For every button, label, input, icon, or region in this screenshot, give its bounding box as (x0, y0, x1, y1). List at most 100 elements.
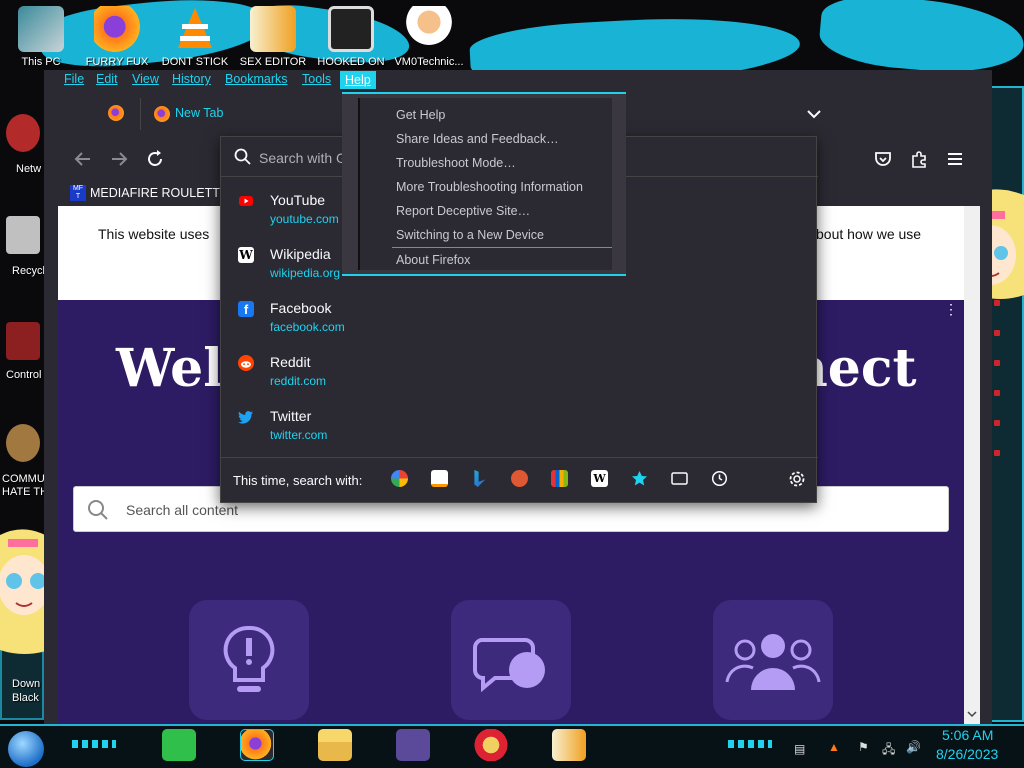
ebay-icon[interactable] (551, 470, 568, 487)
scroll-down-arrow-icon[interactable] (964, 706, 980, 722)
tabs-icon[interactable] (671, 470, 688, 487)
suggestion-title: Twitter (270, 408, 312, 424)
help-menu-list: Get Help Share Ideas and Feedback… Troub… (358, 98, 612, 270)
list-all-tabs-button[interactable] (804, 104, 824, 124)
page-overflow-menu[interactable]: ⋮ (944, 302, 958, 316)
lightbulb-icon (223, 625, 275, 692)
search-with-label: This time, search with: (233, 473, 363, 488)
tray-volume-icon[interactable]: 🔊 (906, 740, 921, 754)
search-settings-gear-icon[interactable] (788, 470, 806, 488)
back-button[interactable] (72, 148, 94, 170)
youtube-icon (239, 196, 253, 206)
forward-arrow-icon (112, 152, 128, 166)
start-button[interactable] (8, 731, 44, 767)
bookmark-label: MEDIAFIRE ROULETTER (90, 186, 238, 200)
recycle-bin-icon[interactable] (6, 216, 40, 254)
taskbar-file-explorer-icon[interactable] (318, 729, 352, 761)
desktop-icon-sex-editor[interactable]: SEX EDITOR (234, 6, 312, 68)
forward-button[interactable] (108, 148, 130, 170)
suggestion-title: YouTube (270, 192, 326, 208)
taskbar-firefox-icon[interactable] (240, 729, 274, 761)
menu-help[interactable]: Help (340, 71, 376, 89)
maze-game-icon (328, 6, 374, 52)
help-item-more-troubleshooting[interactable]: More Troubleshooting Information (396, 180, 583, 194)
taskbar-accent-right (728, 740, 772, 748)
tray-flag-icon[interactable]: ⚑ (858, 740, 869, 754)
suggestion-url: youtube.com (270, 212, 339, 226)
menu-history[interactable]: History (172, 72, 211, 86)
suggestion-facebook[interactable]: f Facebook facebook.com (221, 295, 818, 349)
bookmarks-star-icon[interactable] (631, 470, 648, 487)
help-menu-popup: Get Help Share Ideas and Feedback… Troub… (342, 92, 626, 276)
feature-tile-community[interactable] (713, 600, 833, 720)
suggestion-url: reddit.com (270, 374, 327, 388)
page-scrollbar[interactable] (964, 206, 980, 724)
users-group-icon (725, 634, 821, 690)
chevron-down-icon (807, 110, 821, 119)
desktop-icon-this-pc[interactable]: This PC (2, 6, 80, 68)
taskbar-notes-app-icon[interactable] (162, 729, 196, 761)
hamburger-menu-icon (948, 153, 962, 165)
help-item-about-firefox[interactable]: About Firefox (396, 253, 470, 267)
pocket-button[interactable] (872, 148, 894, 170)
network-icon[interactable] (6, 114, 40, 152)
menu-bookmarks[interactable]: Bookmarks (225, 72, 288, 86)
desktop-icon-hooked-on[interactable]: HOOKED ON (312, 6, 390, 68)
desktop-label-commu: COMMU (2, 473, 45, 485)
money-bag-icon[interactable] (6, 424, 40, 462)
history-icon[interactable] (711, 470, 728, 487)
taskbar-hxd-icon[interactable] (552, 729, 586, 761)
duckduckgo-icon[interactable] (511, 470, 528, 487)
firefox-icon (108, 105, 124, 121)
suggestion-url: twitter.com (270, 428, 328, 442)
chat-bubbles-icon (473, 638, 545, 693)
amazon-icon[interactable] (431, 470, 448, 487)
taskbar (0, 724, 1024, 768)
wikipedia-icon[interactable]: W (591, 470, 608, 487)
tray-network-icon[interactable]: 🖧 (882, 740, 895, 761)
feature-tile-ideas[interactable] (189, 600, 309, 720)
firefox-view-button[interactable] (108, 105, 126, 123)
menu-file[interactable]: File (64, 72, 84, 86)
help-item-get-help[interactable]: Get Help (396, 108, 445, 122)
help-item-report-deceptive-site[interactable]: Report Deceptive Site… (396, 204, 530, 218)
taskbar-window-app-icon[interactable] (396, 729, 430, 761)
search-icon (88, 500, 108, 520)
desktop-icon-vm0technic[interactable]: VM0Technic... (390, 6, 468, 68)
taskbar-p-app-icon[interactable] (474, 729, 508, 761)
app-menu-button[interactable] (944, 148, 966, 170)
clock-date[interactable]: 8/26/2023 (936, 746, 998, 762)
suggestion-twitter[interactable]: Twitter twitter.com (221, 403, 818, 457)
tray-fire-icon[interactable]: ▲ (828, 740, 840, 754)
menu-tools[interactable]: Tools (302, 72, 331, 86)
menu-view[interactable]: View (132, 72, 159, 86)
facebook-icon: f (238, 301, 254, 317)
suggestion-title: Wikipedia (270, 246, 331, 262)
desktop-icon-dont-stick[interactable]: DONT STICK (156, 6, 234, 68)
reload-button[interactable] (144, 148, 166, 170)
desktop-label-hate: HATE TH (2, 486, 46, 498)
tab-new-tab[interactable]: New Tab (152, 98, 352, 130)
firefox-icon (94, 6, 140, 52)
menu-edit[interactable]: Edit (96, 72, 118, 86)
wikipedia-icon: W (238, 247, 254, 263)
feature-tile-discussion[interactable] (451, 600, 571, 720)
firefox-icon (154, 106, 170, 122)
help-item-troubleshoot-mode[interactable]: Troubleshoot Mode… (396, 156, 516, 170)
control-panel-icon[interactable] (6, 322, 40, 360)
reddit-icon (238, 355, 254, 371)
clock-time[interactable]: 5:06 AM (942, 727, 993, 743)
extensions-button[interactable] (908, 148, 930, 170)
bookmark-mediafire[interactable]: MF T MEDIAFIRE ROULETTER (70, 182, 237, 204)
tray-network-stripes-icon[interactable]: ▤ (794, 742, 805, 756)
bing-icon[interactable] (474, 470, 486, 487)
google-icon[interactable] (391, 470, 408, 487)
help-item-switching-device[interactable]: Switching to a New Device (396, 228, 544, 242)
suggestion-reddit[interactable]: Reddit reddit.com (221, 349, 818, 403)
suggestion-title: Facebook (270, 300, 332, 316)
twitter-icon (238, 411, 253, 424)
pocket-icon (875, 152, 891, 166)
desktop-icon-furry-fux[interactable]: FURRY FUX (78, 6, 156, 68)
help-item-share-ideas[interactable]: Share Ideas and Feedback… (396, 132, 559, 146)
one-off-search-divider (221, 457, 818, 458)
